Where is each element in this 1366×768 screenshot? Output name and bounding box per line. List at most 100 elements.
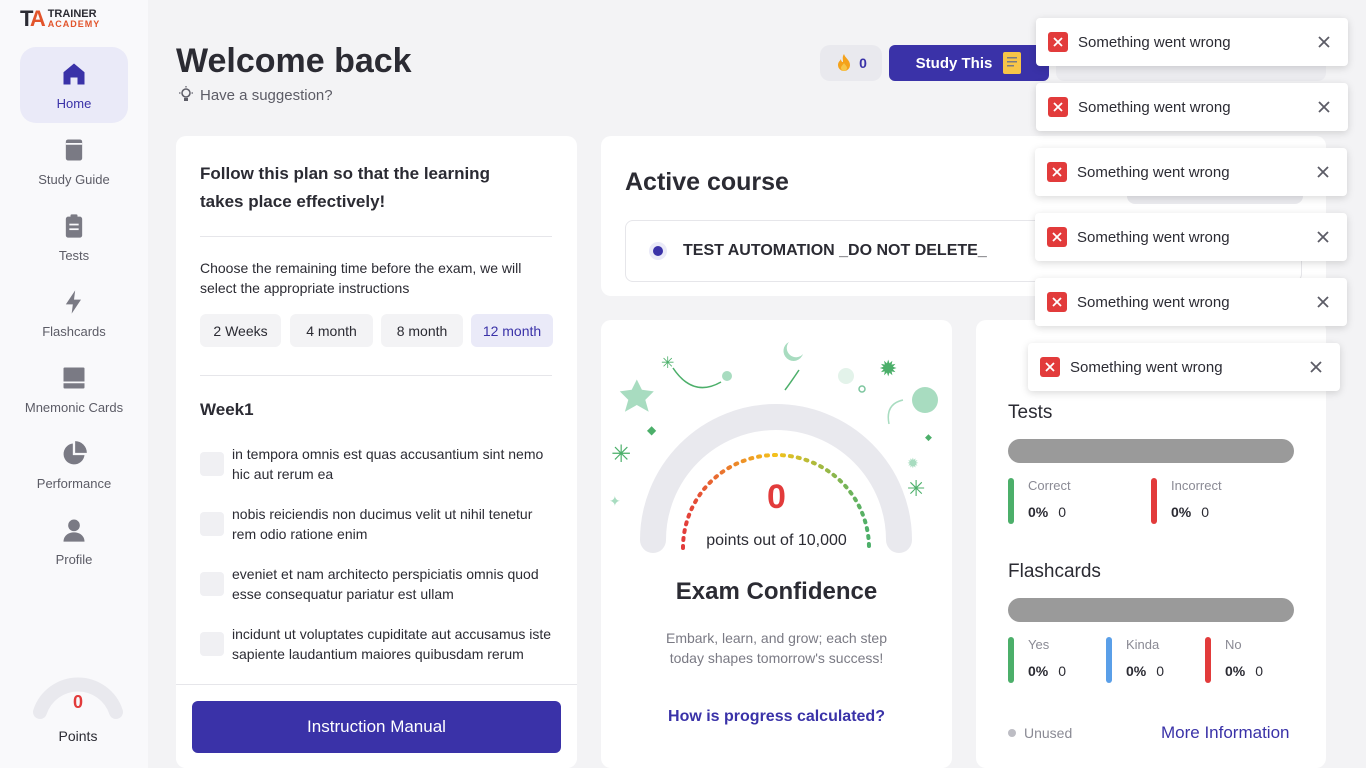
sidebar-item-label: Performance (36, 475, 112, 491)
radio-selected-icon (653, 246, 663, 256)
exam-confidence-card: ✳ ✹ ✳ ✳ ◆ ✦ ✹ ◆ 0 points out of 10,000 E… (601, 320, 952, 768)
study-this-button[interactable]: Study This (889, 45, 1049, 81)
option-2-weeks[interactable]: 2 Weeks (200, 314, 281, 347)
error-toast: Something went wrong (1035, 278, 1347, 326)
close-icon[interactable] (1314, 97, 1334, 117)
error-toast: Something went wrong (1036, 83, 1348, 131)
tests-heading: Tests (1008, 402, 1053, 423)
error-icon (1047, 292, 1067, 312)
task-item: in tempora omnis est quas accusantium si… (200, 444, 556, 484)
streak-count: 0 (859, 55, 867, 71)
confidence-description: Embark, learn, and grow; each step today… (665, 630, 887, 666)
sidebar-item-study-guide[interactable]: Study Guide (20, 123, 128, 199)
close-icon[interactable] (1313, 292, 1333, 312)
card-icon (60, 364, 88, 392)
lightbulb-icon (179, 86, 193, 101)
sidebar-item-label: Tests (58, 247, 90, 263)
toast-message: Something went wrong (1077, 228, 1230, 246)
option-8-month[interactable]: 8 month (381, 314, 463, 347)
sidebar-item-label: Study Guide (38, 171, 110, 187)
toast-message: Something went wrong (1070, 358, 1223, 376)
more-information-link[interactable]: More Information (1161, 723, 1290, 743)
metric-percent: 0% (1126, 663, 1147, 679)
flashcards-heading: Flashcards (1008, 561, 1101, 582)
divider (200, 375, 552, 376)
sidebar-item-tests[interactable]: Tests (20, 199, 128, 275)
study-button-label: Study This (915, 54, 993, 72)
logo-line-1: TRAINER (47, 8, 97, 20)
task-checkbox[interactable] (200, 512, 224, 536)
task-checkbox[interactable] (200, 632, 224, 656)
task-item: nobis reiciendis non ducimus velit ut ni… (200, 504, 556, 544)
task-item: incidunt ut voluptates cupiditate aut ac… (200, 624, 556, 664)
sidebar: TA TRAINER ACADEMY Home Study Guide Test… (0, 0, 148, 768)
pie-chart-icon (60, 440, 88, 468)
error-icon (1048, 32, 1068, 52)
task-item: eveniet et nam architecto perspiciatis o… (200, 564, 556, 604)
book-icon (60, 136, 88, 164)
divider (200, 236, 552, 237)
metric-percent: 0% (1171, 504, 1192, 520)
task-text: incidunt ut voluptates cupiditate aut ac… (232, 626, 552, 662)
error-icon (1040, 357, 1060, 377)
user-icon (60, 516, 88, 544)
flashcards-progress-bar (1008, 598, 1294, 622)
metric-count: 0 (1255, 663, 1264, 679)
plan-choose-text: Choose the remaining time before the exa… (200, 260, 522, 296)
unused-label: Unused (1024, 725, 1073, 741)
suggestion-label: Have a suggestion? (200, 86, 333, 104)
sidebar-item-flashcards[interactable]: Flashcards (20, 275, 128, 351)
option-4-month[interactable]: 4 month (290, 314, 373, 347)
tests-progress-bar (1008, 439, 1294, 463)
metric-percent: 0% (1028, 663, 1049, 679)
task-text: nobis reiciendis non ducimus velit ut ni… (232, 506, 533, 542)
flame-icon (838, 54, 851, 71)
error-icon (1047, 162, 1067, 182)
close-icon[interactable] (1314, 32, 1334, 52)
toast-message: Something went wrong (1078, 33, 1231, 51)
toast-message: Something went wrong (1077, 293, 1230, 311)
task-checkbox[interactable] (200, 572, 224, 596)
error-toast: Something went wrong (1036, 18, 1348, 66)
home-icon (60, 60, 88, 88)
clipboard-icon (60, 212, 88, 240)
svg-text:✹: ✹ (907, 456, 919, 472)
logo-mark: TA (20, 6, 46, 31)
page-title: Welcome back (176, 42, 412, 80)
points-value: 0 (72, 692, 83, 712)
week-label: Week1 (200, 400, 254, 419)
metric-count: 0 (1201, 504, 1210, 520)
active-course-heading: Active course (625, 168, 789, 196)
error-toast: Something went wrong (1028, 343, 1340, 391)
error-toast: Something went wrong (1035, 148, 1347, 196)
task-checkbox[interactable] (200, 452, 224, 476)
progress-calculation-link[interactable]: How is progress calculated? (601, 708, 952, 726)
sidebar-item-label: Home (56, 95, 92, 111)
sidebar-item-performance[interactable]: Performance (20, 427, 128, 503)
close-icon[interactable] (1313, 227, 1333, 247)
streak-badge[interactable]: 0 (820, 45, 882, 81)
metric-percent: 0% (1028, 504, 1049, 520)
points-gauge: 0 Points (28, 660, 128, 750)
close-icon[interactable] (1313, 162, 1333, 182)
metric-percent: 0% (1225, 663, 1246, 679)
task-text: in tempora omnis est quas accusantium si… (232, 446, 544, 482)
unused-legend: Unused (1008, 725, 1072, 741)
error-icon (1048, 97, 1068, 117)
logo[interactable]: TA TRAINER ACADEMY (20, 6, 100, 32)
metric-label: Yes (1028, 637, 1050, 652)
close-icon[interactable] (1306, 357, 1326, 377)
sidebar-item-mnemonic-cards[interactable]: Mnemonic Cards (20, 351, 128, 427)
confidence-value: 0 (767, 478, 786, 516)
svg-text:✹: ✹ (879, 357, 897, 382)
metric-label: Correct (1028, 478, 1071, 493)
option-12-month[interactable]: 12 month (471, 314, 553, 347)
sidebar-item-profile[interactable]: Profile (20, 503, 128, 579)
metric-count: 0 (1156, 663, 1165, 679)
logo-line-2: ACADEMY (47, 19, 101, 29)
sidebar-item-home[interactable]: Home (20, 47, 128, 123)
unused-dot-icon (1008, 729, 1016, 737)
metric-label: No (1225, 637, 1242, 652)
suggestion-link[interactable]: Have a suggestion? (178, 86, 333, 104)
instruction-manual-button[interactable]: Instruction Manual (192, 701, 561, 753)
